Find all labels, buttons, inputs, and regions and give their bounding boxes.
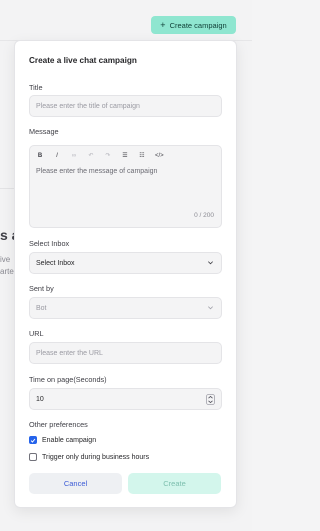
create-button[interactable]: Create [128,473,221,494]
inbox-label: Select Inbox [29,239,70,248]
create-campaign-button[interactable]: + Create campaign [151,16,236,34]
undo-icon[interactable]: ↶ [87,152,95,160]
title-label: Title [29,83,43,92]
plus-icon: + [160,19,166,30]
background-text-fragment-2: arte [0,267,14,276]
preferences-label: Other preferences [29,420,88,429]
editor-toolbar: B I ∞ ↶ ↷ ☰ ☷ </> [36,152,164,160]
time-on-page-label: Time on page(Seconds) [29,375,107,384]
sent-by-value: Bot [36,304,47,312]
business-hours-option[interactable]: Trigger only during business hours [29,453,149,461]
message-label: Message [29,127,59,136]
url-label: URL [29,329,44,338]
title-input[interactable]: Please enter the title of campaign [29,95,222,117]
create-campaign-label: Create campaign [169,20,227,30]
business-hours-label: Trigger only during business hours [42,453,150,461]
ordered-list-icon[interactable]: ☷ [138,152,146,160]
stepper-icon[interactable] [206,394,215,405]
sent-by-label: Sent by [29,284,54,293]
character-counter: 0 / 200 [194,212,214,219]
sent-by-select[interactable]: Bot [29,297,222,319]
inbox-select-value: Select Inbox [36,259,75,267]
background-divider [0,188,14,189]
link-icon[interactable]: ∞ [70,152,78,160]
check-icon [30,438,36,443]
message-placeholder: Please enter the message of campaign [36,168,158,175]
background-text-fragment-1: ive [0,255,11,264]
enable-campaign-option[interactable]: Enable campaign [29,436,96,444]
chevron-down-icon [208,261,213,265]
redo-icon[interactable]: ↷ [104,152,112,160]
background-heading-fragment: s a [0,227,14,243]
url-input[interactable]: Please enter the URL [29,342,222,364]
bold-icon[interactable]: B [36,152,44,160]
cancel-button[interactable]: Cancel [29,473,122,494]
time-on-page-value: 10 [36,395,44,403]
enable-campaign-checkbox[interactable] [29,436,37,444]
enable-campaign-label: Enable campaign [42,436,97,444]
inbox-select[interactable]: Select Inbox [29,252,222,274]
italic-icon[interactable]: I [53,152,61,160]
time-on-page-input[interactable]: 10 [29,388,222,410]
chevron-down-icon [208,306,213,310]
form-title: Create a live chat campaign [29,56,137,65]
bullet-list-icon[interactable]: ☰ [121,152,129,160]
code-icon[interactable]: </> [155,152,164,160]
campaign-form-panel: Create a live chat campaign Title Please… [14,40,237,508]
message-editor[interactable]: B I ∞ ↶ ↷ ☰ ☷ </> Please enter the messa… [29,145,222,228]
business-hours-checkbox[interactable] [29,453,37,461]
